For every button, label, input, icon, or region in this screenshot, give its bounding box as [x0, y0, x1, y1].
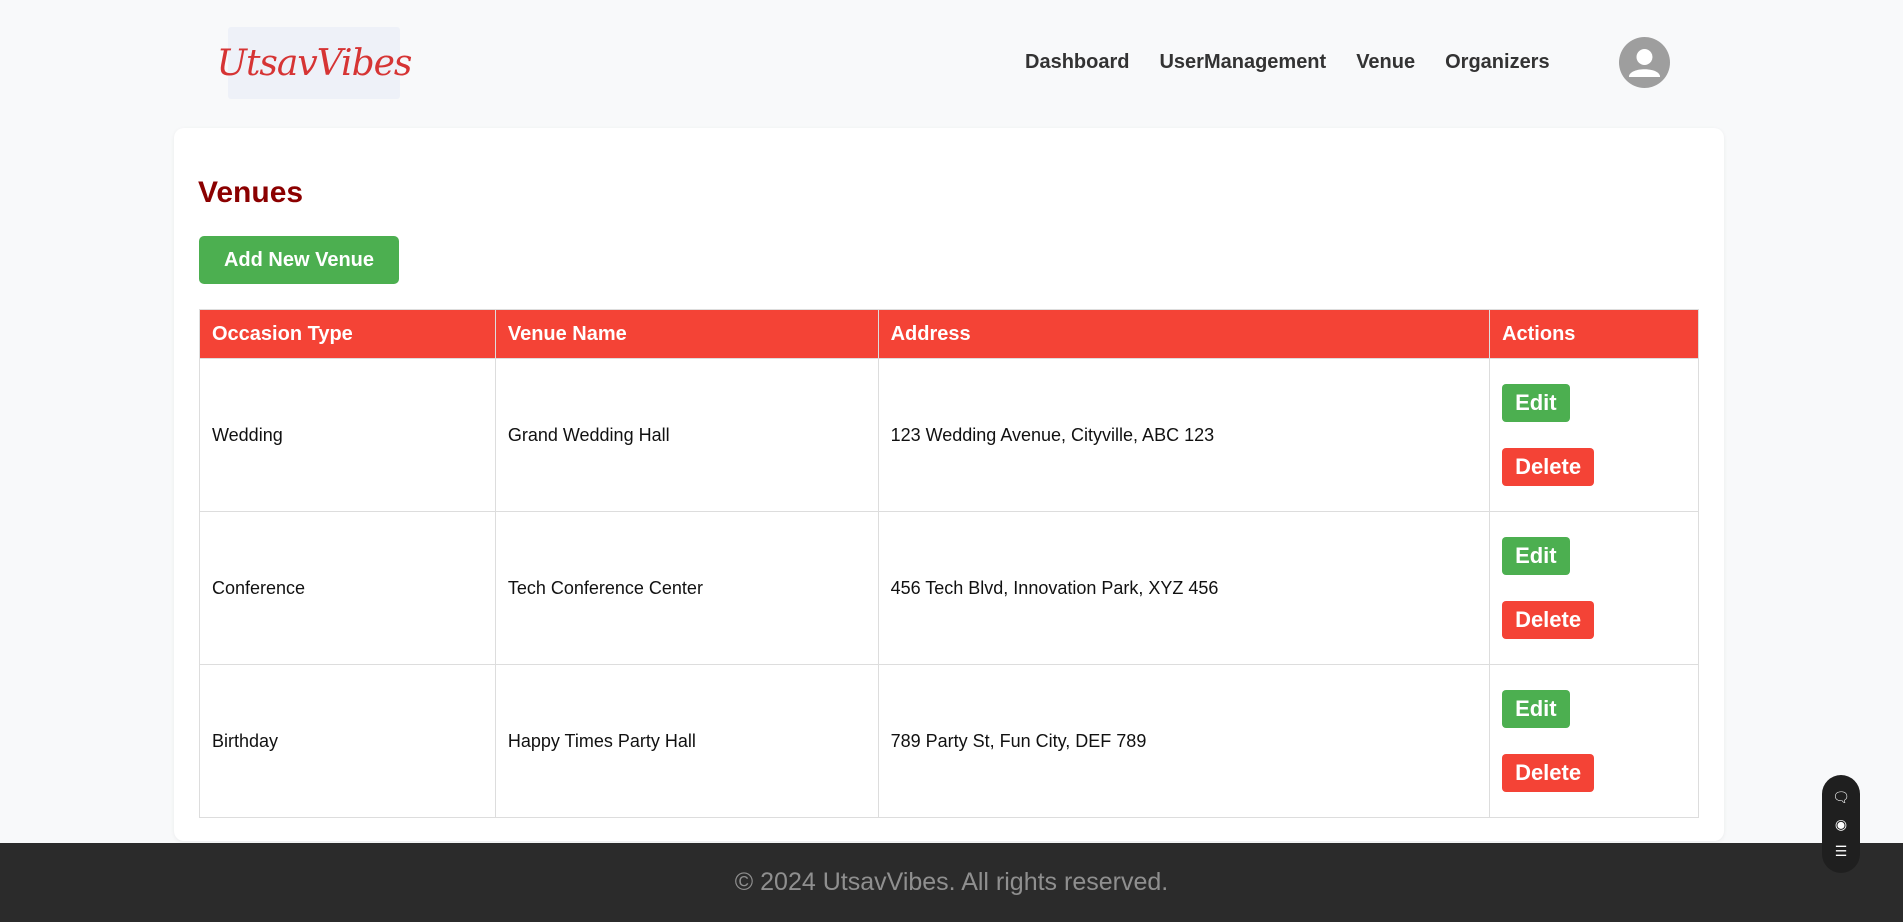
header-address: Address [877, 309, 1491, 359]
cell-address: 123 Wedding Avenue, Cityville, ABC 123 [877, 358, 1491, 512]
edit-button[interactable]: Edit [1502, 690, 1570, 728]
table-header-row: Occasion Type Venue Name Address Actions [199, 309, 1699, 359]
top-navbar: UtsavVibes Dashboard UserManagement Venu… [0, 0, 1903, 125]
table-row: Wedding Grand Wedding Hall 123 Wedding A… [199, 358, 1699, 512]
page-title: Venues [198, 176, 304, 209]
cell-occasion: Conference [199, 511, 496, 665]
cell-occasion: Birthday [199, 664, 496, 818]
floating-toolbar: 🗨 ◉ ☰ [1822, 775, 1860, 873]
venues-card: Venues Add New Venue Occasion Type Venue… [174, 128, 1724, 841]
cell-actions: Edit Delete [1489, 664, 1699, 818]
eye-icon[interactable]: ◉ [1835, 817, 1847, 831]
delete-button[interactable]: Delete [1502, 601, 1595, 639]
logo-text: UtsavVibes [216, 42, 413, 84]
table-row: Conference Tech Conference Center 456 Te… [199, 511, 1699, 665]
venues-table: Occasion Type Venue Name Address Actions… [199, 309, 1699, 818]
header-venue-name: Venue Name [494, 309, 879, 359]
delete-button[interactable]: Delete [1502, 448, 1595, 486]
header-occasion-type: Occasion Type [199, 309, 496, 359]
delete-button[interactable]: Delete [1502, 754, 1595, 792]
footer-copyright: © 2024 UtsavVibes. All rights reserved. [734, 868, 1169, 896]
nav-venue[interactable]: Venue [1356, 46, 1415, 78]
nav-organizers[interactable]: Organizers [1445, 46, 1549, 78]
cell-venue-name: Grand Wedding Hall [494, 358, 879, 512]
add-new-venue-button[interactable]: Add New Venue [199, 236, 399, 284]
cell-venue-name: Happy Times Party Hall [494, 664, 879, 818]
edit-button[interactable]: Edit [1502, 384, 1570, 422]
brand-logo[interactable]: UtsavVibes [217, 27, 412, 99]
cell-actions: Edit Delete [1489, 358, 1699, 512]
cell-address: 456 Tech Blvd, Innovation Park, XYZ 456 [877, 511, 1491, 665]
nav-dashboard[interactable]: Dashboard [1025, 46, 1129, 78]
edit-button[interactable]: Edit [1502, 537, 1570, 575]
chat-icon[interactable]: 🗨 [1832, 790, 1850, 804]
cell-actions: Edit Delete [1489, 511, 1699, 665]
page-footer: © 2024 UtsavVibes. All rights reserved. [0, 843, 1903, 922]
user-avatar-icon[interactable] [1619, 37, 1670, 88]
nav-user-management[interactable]: UserManagement [1159, 46, 1326, 78]
cell-occasion: Wedding [199, 358, 496, 512]
header-actions: Actions [1489, 309, 1699, 359]
cell-address: 789 Party St, Fun City, DEF 789 [877, 664, 1491, 818]
cell-venue-name: Tech Conference Center [494, 511, 879, 665]
list-icon[interactable]: ☰ [1835, 844, 1848, 858]
table-row: Birthday Happy Times Party Hall 789 Part… [199, 664, 1699, 818]
main-nav: Dashboard UserManagement Venue Organizer… [1025, 46, 1580, 78]
